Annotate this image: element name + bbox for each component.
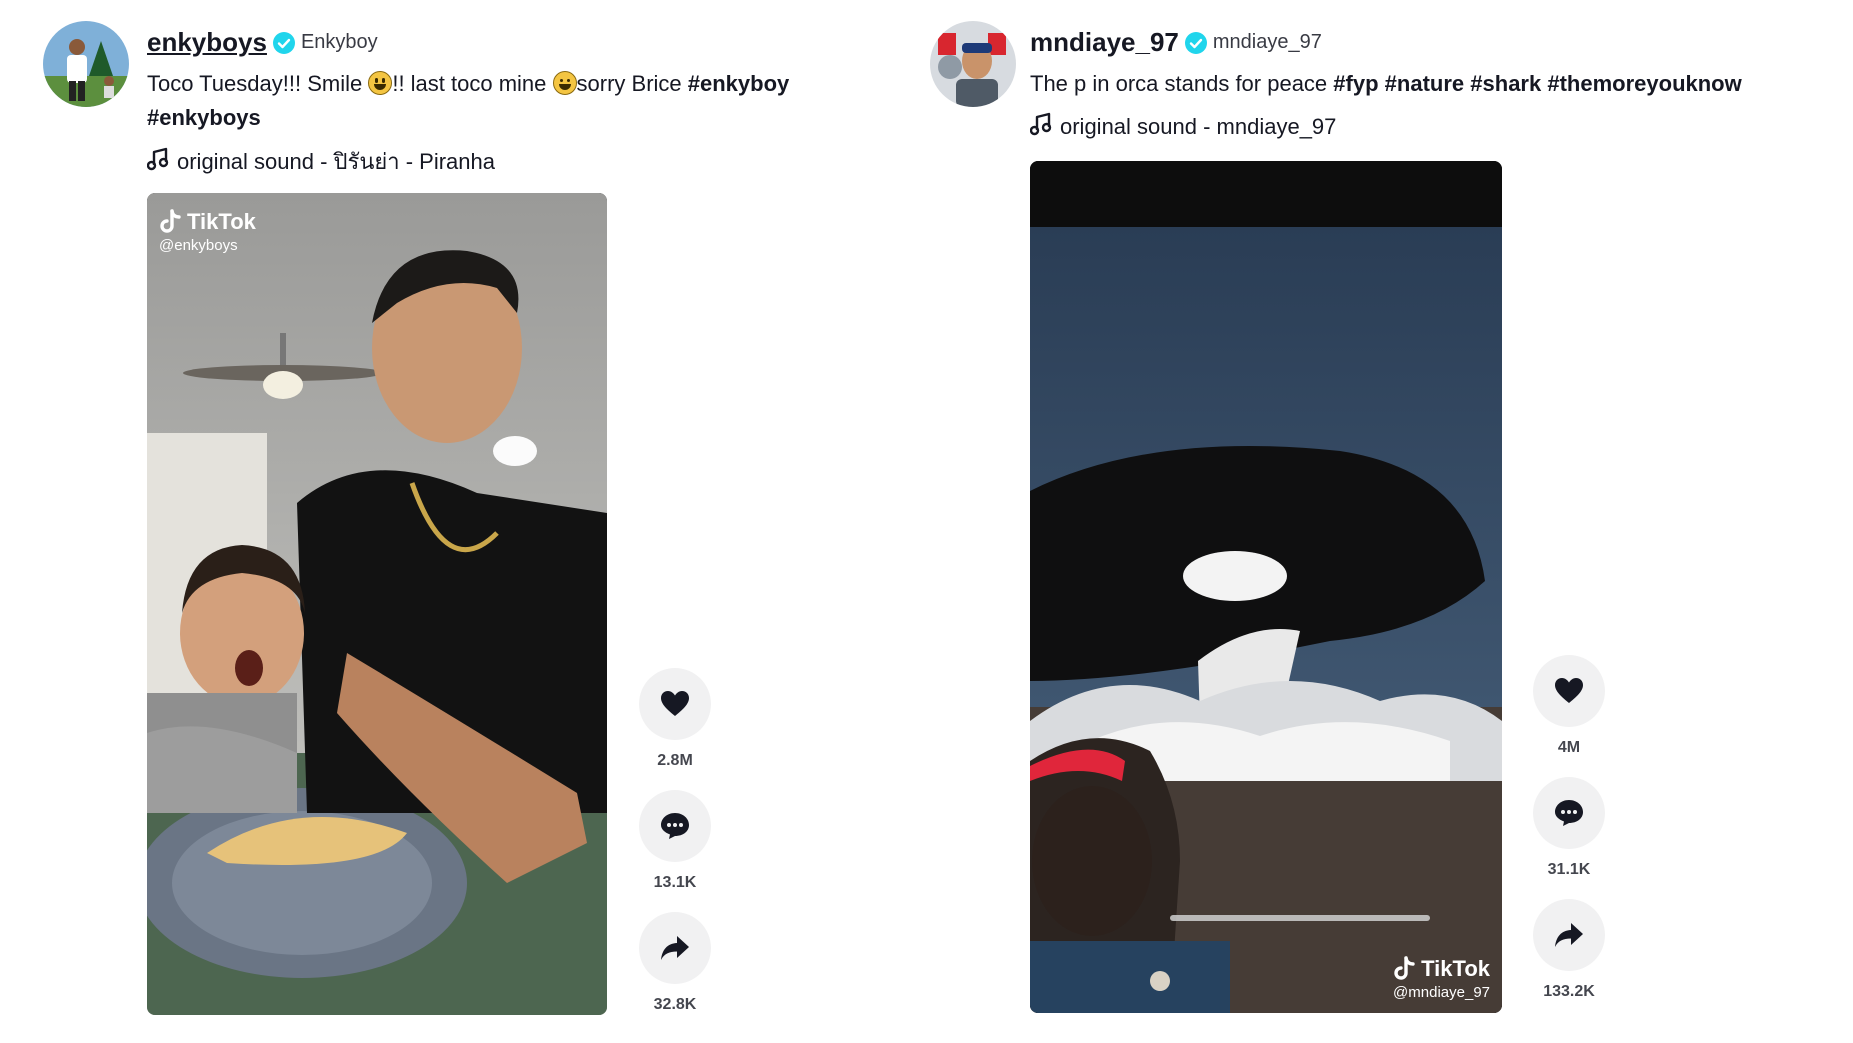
hashtag-link[interactable]: #nature — [1385, 71, 1464, 96]
video-player[interactable]: TikTok @enkyboys — [147, 193, 607, 1015]
comment-icon — [1555, 800, 1583, 826]
hashtag-link[interactable]: #enkyboy — [688, 71, 790, 96]
verified-badge-icon — [272, 31, 295, 54]
grinning-emoji-icon — [368, 71, 393, 95]
nickname: Enkyboy — [300, 31, 378, 53]
post-header: enkyboys Enkyboy — [147, 27, 378, 58]
nickname: mndiaye_97 — [1212, 31, 1322, 53]
watermark-handle: @enkyboys — [159, 237, 238, 254]
like-button[interactable] — [639, 668, 711, 740]
music-title: original sound - ปิรันย่า - Piranha — [177, 149, 495, 174]
music-link[interactable]: original sound - mndiaye_97 — [1029, 112, 1337, 142]
hashtag-link[interactable]: #enkyboys — [147, 105, 261, 130]
share-button[interactable] — [639, 912, 711, 984]
video-player[interactable]: TikTok @mndiaye_97 — [1030, 161, 1502, 1013]
like-count: 2.8M — [657, 752, 693, 769]
caption: Toco Tuesday!!! Smile !! last toco mine … — [147, 67, 887, 135]
heart-icon — [1555, 678, 1583, 703]
music-note-icon — [146, 147, 169, 177]
caption: The p in orca stands for peace #fyp #nat… — [1030, 67, 1830, 101]
action-bar: 2.8M 13.1K 32.8K — [637, 668, 713, 1016]
action-bar: 4M 31.1K 133.2K — [1531, 655, 1607, 1003]
share-count: 32.8K — [653, 996, 697, 1013]
watermark-brand: TikTok — [1421, 956, 1490, 981]
username-link[interactable]: enkyboys — [147, 27, 267, 58]
caption-text: sorry Brice — [576, 71, 688, 96]
share-icon — [661, 936, 689, 960]
caption-text: The p in orca stands for peace — [1030, 71, 1334, 96]
comment-icon — [661, 813, 689, 839]
watermark-handle: @mndiaye_97 — [1393, 984, 1490, 1001]
comment-button[interactable] — [1533, 777, 1605, 849]
tiktok-logo-icon — [1393, 956, 1417, 982]
caption-text: !! last toco mine — [392, 71, 553, 96]
comment-count: 31.1K — [1547, 861, 1591, 878]
hashtag-link[interactable]: #shark — [1470, 71, 1541, 96]
laughing-emoji-icon — [552, 71, 577, 95]
watermark-brand: TikTok — [187, 209, 256, 234]
share-icon — [1555, 923, 1583, 947]
verified-badge-icon — [1184, 31, 1207, 54]
post-header: mndiaye_97 mndiaye_97 — [1030, 27, 1322, 58]
tiktok-watermark: TikTok @enkyboys — [159, 209, 256, 254]
like-button[interactable] — [1533, 655, 1605, 727]
tiktok-logo-icon — [159, 209, 183, 235]
caption-text: Toco Tuesday!!! Smile — [147, 71, 369, 96]
hashtag-link[interactable]: #fyp — [1333, 71, 1378, 96]
share-count: 133.2K — [1543, 983, 1595, 1000]
share-button[interactable] — [1533, 899, 1605, 971]
comment-count: 13.1K — [653, 874, 697, 891]
username-link[interactable]: mndiaye_97 — [1030, 27, 1179, 58]
heart-icon — [661, 691, 689, 716]
music-title: original sound - mndiaye_97 — [1060, 114, 1337, 139]
tiktok-watermark: TikTok @mndiaye_97 — [1393, 956, 1490, 1001]
avatar[interactable] — [43, 21, 129, 107]
avatar[interactable] — [930, 21, 1016, 107]
music-note-icon — [1029, 112, 1052, 142]
comment-button[interactable] — [639, 790, 711, 862]
hashtag-link[interactable]: #themoreyouknow — [1547, 71, 1741, 96]
like-count: 4M — [1557, 739, 1581, 756]
music-link[interactable]: original sound - ปิรันย่า - Piranha — [146, 144, 495, 179]
